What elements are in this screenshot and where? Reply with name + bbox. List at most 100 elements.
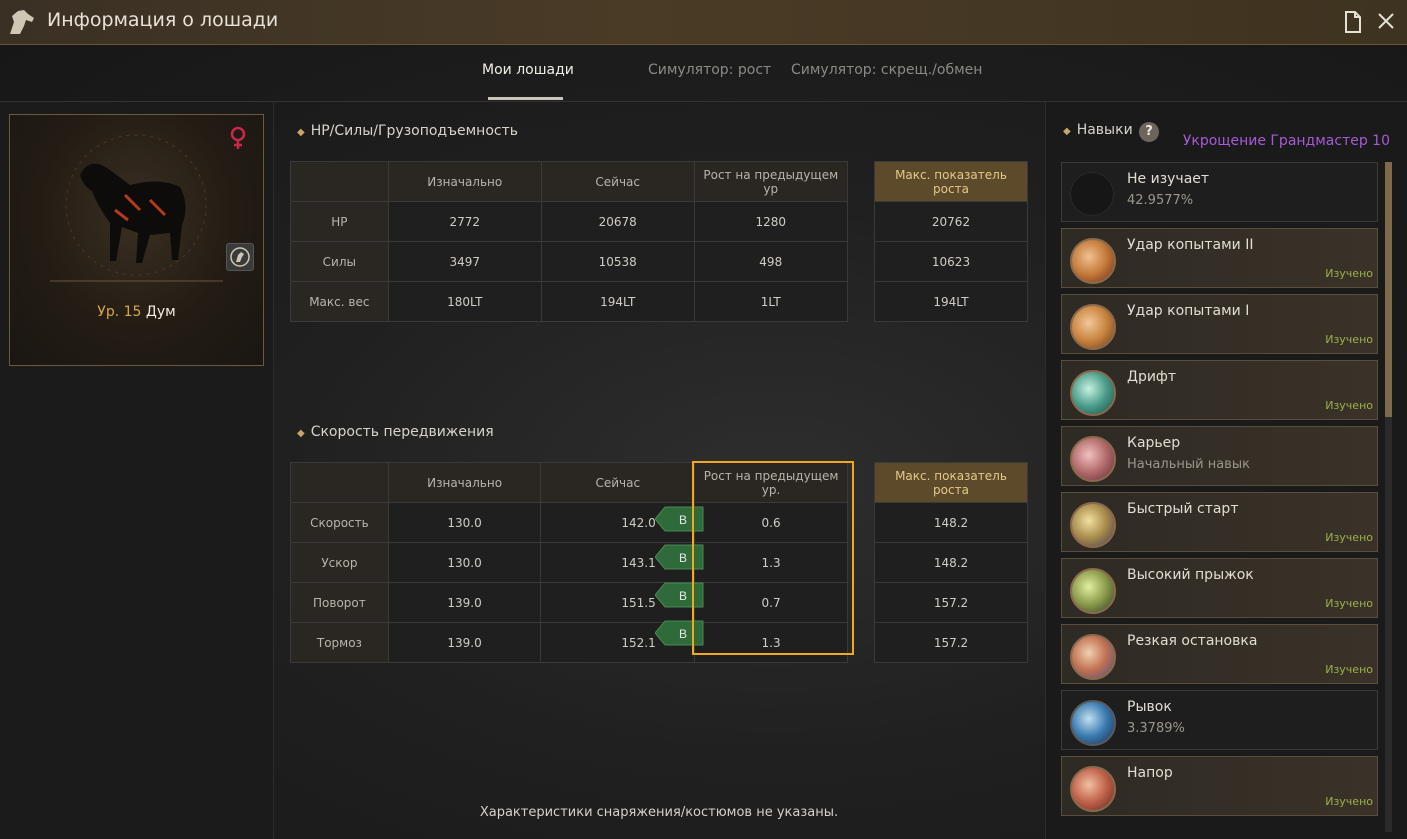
tab-my-horses[interactable]: Мои лошади [482,62,574,78]
horse-head-icon [230,247,250,267]
skill-slot[interactable]: Напор Изучено [1061,756,1378,816]
cell-current: 20678 [540,201,695,242]
row-label: HP [290,201,389,242]
skill-name: Дрифт [1127,369,1177,385]
active-tab-indicator [488,97,563,100]
skill-slot[interactable]: Карьер Начальный навык [1061,426,1378,486]
row-label: Макс. вес [290,281,389,322]
sudden-stop-icon [1070,634,1116,680]
horse-card [9,114,264,366]
row-label: Ускор [290,542,389,583]
skill-name: Рывок [1127,699,1172,715]
skill-name: Напор [1127,765,1173,781]
skill-slot[interactable]: Быстрый старт Изучено [1061,492,1378,552]
skill-status: Изучено [1325,663,1373,676]
col-header-current: Сейчас [540,462,696,503]
col-header-max-growth: Макс. показатель роста [874,462,1028,503]
col-header-max-growth: Макс. показатель роста [874,161,1028,202]
skill-status: Изучено [1325,597,1373,610]
title-bar: Информация о лошади [0,0,1407,45]
cell-max: 194LT [874,281,1028,322]
cell-initial: 2772 [387,201,542,242]
cell-growth: 498 [693,241,848,282]
cell-initial: 180LT [387,281,542,322]
section-title: Скорость передвижения [310,424,494,440]
skill-name: Удар копытами I [1127,303,1250,319]
skill-progress: 3.3789% [1127,721,1185,736]
skills-heading: ◆ Навыки [1063,122,1133,138]
section-movement-speed: ◆ Скорость передвижения [297,424,494,440]
cell-initial: 139.0 [387,582,542,623]
diamond-bullet-icon: ◆ [297,428,305,439]
row-label: Поворот [290,582,389,623]
drift-icon [1070,370,1116,416]
window-title: Информация о лошади [47,9,279,31]
swap-appearance-button[interactable] [226,243,254,271]
hp-stats-table: Изначально Сейчас Рост на предыдущем ур … [290,161,848,322]
skill-slot[interactable]: Удар копытами I Изучено [1061,294,1378,354]
training-mastery-label: Укрощение Грандмастер 10 [1182,133,1390,149]
document-icon[interactable] [1344,11,1362,33]
skill-status: Изучено [1325,795,1373,808]
skill-slot[interactable]: Рывок 3.3789% [1061,690,1378,750]
hoof-kick-icon [1070,238,1116,284]
col-header-initial: Изначально [387,161,542,202]
section-hp-stamina-weight: ◆ HP/Силы/Грузоподъемность [297,123,518,139]
skills-scrollbar-thumb[interactable] [1385,162,1392,417]
equipment-note: Характеристики снаряжения/костюмов не ук… [479,805,839,820]
skill-progress: 42.9577% [1127,193,1194,208]
charge-icon [1070,766,1116,812]
table-corner [290,462,389,503]
grade-letter: B [679,551,687,565]
skill-status: Изучено [1325,267,1373,280]
tab-growth-simulator[interactable]: Симулятор: рост [648,62,771,78]
skill-slot[interactable]: Высокий прыжок Изучено [1061,558,1378,618]
cell-max: 157.2 [874,582,1028,623]
row-label: Скорость [290,502,389,543]
growth-column-highlight [692,461,854,655]
cell-initial: 130.0 [387,542,542,583]
cell-max: 148.2 [874,502,1028,543]
female-gender-icon [230,126,246,149]
row-label: Тормоз [290,622,389,663]
skill-name: Резкая остановка [1127,633,1258,649]
horse-name: Дум [145,304,176,320]
cell-max: 148.2 [874,542,1028,583]
cell-current: 10538 [540,241,695,282]
row-label: Силы [290,241,389,282]
empty-skill-icon [1070,172,1114,216]
skill-slot[interactable]: Не изучает 42.9577% [1061,162,1378,222]
skill-note: Начальный навык [1127,457,1250,472]
tab-breeding-simulator[interactable]: Симулятор: скрещ./обмен [791,62,982,78]
skill-status: Изучено [1325,333,1373,346]
grade-letter: B [679,513,687,527]
horse-portrait [50,134,223,282]
horse-level: Ур. 15 [97,304,142,320]
col-header-growth: Рост на предыдущем ур [693,161,848,202]
horse-logo-icon [10,10,34,34]
skills-title-label: Навыки [1076,122,1133,138]
skill-slot[interactable]: Дрифт Изучено [1061,360,1378,420]
skill-slot[interactable]: Удар копытами II Изучено [1061,228,1378,288]
help-icon[interactable]: ? [1139,122,1159,142]
hoof-kick-icon [1070,304,1116,350]
grade-letter: B [679,627,687,641]
skill-name: Удар копытами II [1127,237,1254,253]
skill-status: Изучено [1325,399,1373,412]
skill-name: Высокий прыжок [1127,567,1254,583]
skill-name: Карьер [1127,435,1181,451]
col-header-current: Сейчас [540,161,695,202]
diamond-bullet-icon: ◆ [297,127,305,138]
diamond-bullet-icon: ◆ [1063,126,1071,137]
high-jump-icon [1070,568,1116,614]
cell-max: 20762 [874,201,1028,242]
horse-level-name: Ур. 15 Дум [0,304,273,320]
close-icon[interactable] [1376,11,1396,31]
cell-max: 10623 [874,241,1028,282]
cell-initial: 130.0 [387,502,542,543]
skill-slot[interactable]: Резкая остановка Изучено [1061,624,1378,684]
cell-current: 194LT [540,281,695,322]
hp-max-growth-table: Макс. показатель роста 20762 10623 194LT [874,161,1028,322]
quick-start-icon [1070,502,1116,548]
cell-initial: 3497 [387,241,542,282]
